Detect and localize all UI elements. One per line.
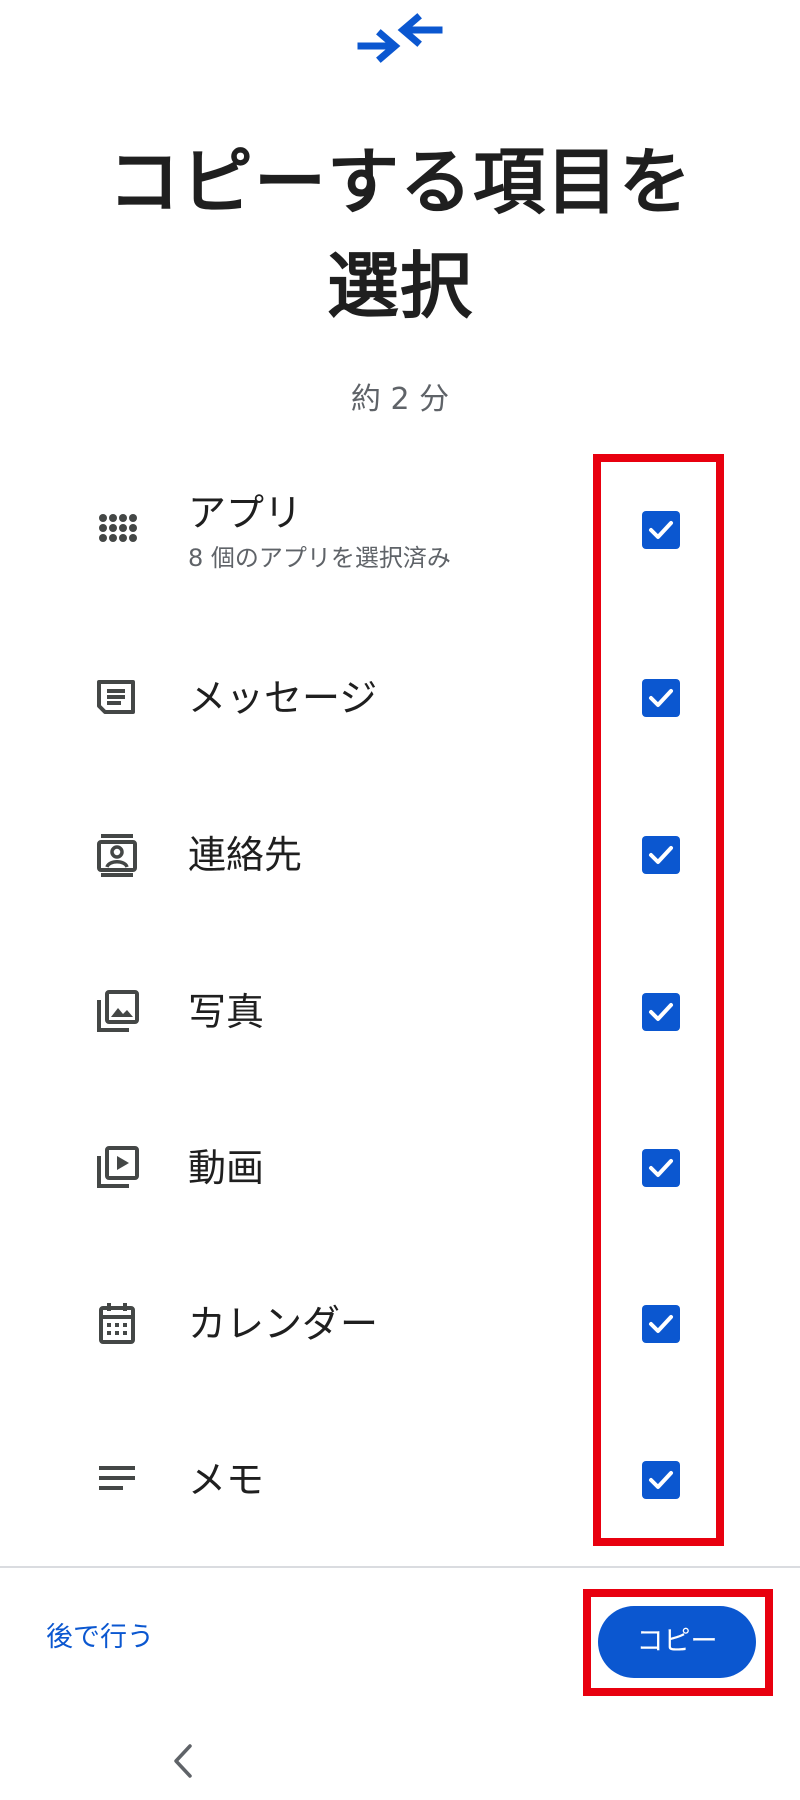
photos-icon xyxy=(97,990,139,1032)
message-icon xyxy=(97,680,135,714)
item-label: メッセージ xyxy=(188,676,378,720)
item-sublabel: 8 個のアプリを選択済み xyxy=(188,544,451,572)
copy-selection-screen: コピーする項目を 選択 約 2 分 アプリ 8 個のアプリを選択済み メッセージ… xyxy=(0,0,800,1800)
later-button[interactable]: 後で行う xyxy=(46,1618,154,1658)
page-title: コピーする項目を 選択 xyxy=(0,130,800,338)
video-icon xyxy=(97,1146,139,1188)
footer-divider xyxy=(0,1566,800,1568)
item-label: 動画 xyxy=(188,1146,265,1190)
item-label: カレンダー xyxy=(188,1302,379,1346)
back-chevron-icon[interactable] xyxy=(168,1742,198,1780)
page-title-line1: コピーする項目を xyxy=(107,140,692,224)
copy-button-highlight xyxy=(583,1589,773,1696)
estimated-time: 約 2 分 xyxy=(350,382,450,417)
transfer-arrows-icon xyxy=(357,13,443,63)
calendar-icon xyxy=(99,1303,135,1344)
checkbox-column-highlight xyxy=(593,454,724,1546)
apps-grid-icon xyxy=(99,514,137,542)
item-label: メモ xyxy=(188,1458,265,1502)
item-label: 連絡先 xyxy=(188,833,303,877)
page-title-line2: 選択 xyxy=(326,244,473,328)
contacts-icon xyxy=(97,834,137,877)
item-label: アプリ xyxy=(188,491,303,535)
item-label: 写真 xyxy=(188,990,265,1034)
notes-icon xyxy=(99,1466,135,1490)
